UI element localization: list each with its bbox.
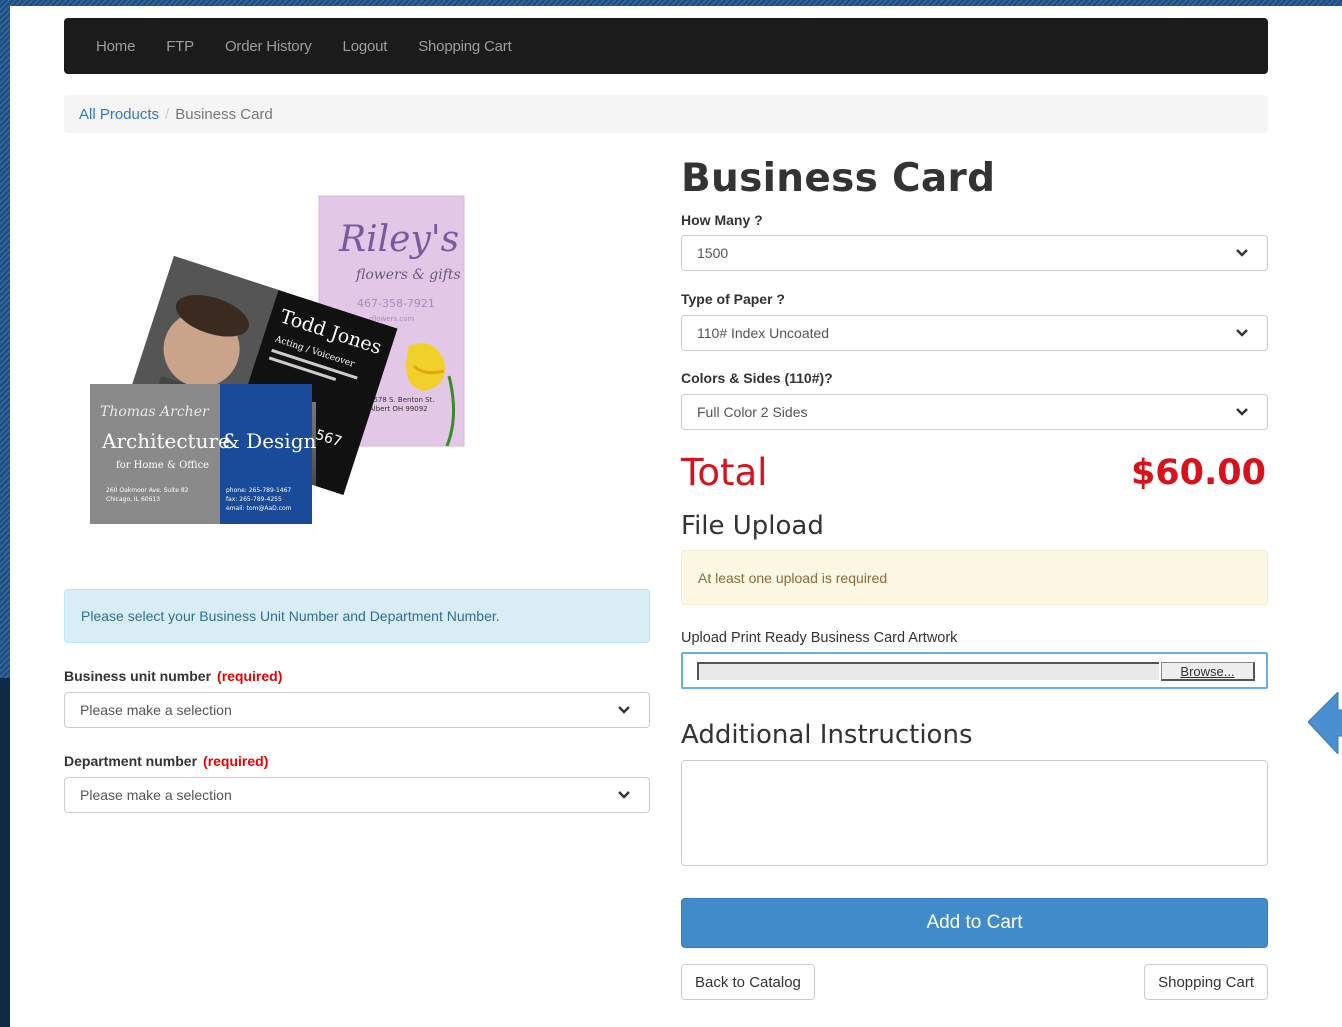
thomas-address: 260 Oakmoor Ave. Suite 82: [106, 487, 189, 494]
rileys-tagline: flowers & gifts: [355, 267, 461, 283]
product-image: Riley's flowers & gifts 467-358-7921 rfl…: [90, 195, 465, 552]
breadcrumb-separator: /: [165, 105, 170, 123]
business-unit-info-alert: Please select your Business Unit Number …: [64, 589, 650, 643]
background-strip: [0, 678, 10, 1027]
department-label: Department number (required): [64, 753, 268, 769]
upload-artwork-label: Upload Print Ready Business Card Artwork: [681, 630, 958, 646]
thomas-name-a: Architecture: [101, 429, 230, 453]
chevron-down-icon: [1236, 329, 1248, 337]
thomas-phone: phone: 265-789-1467: [226, 487, 291, 494]
colors-label: Colors & Sides (110#)?: [681, 370, 833, 386]
thomas-city: Chicago, IL 60613: [106, 496, 160, 503]
department-required: (required): [203, 753, 269, 769]
page: Home FTP Order History Logout Shopping C…: [10, 6, 1342, 1027]
paper-value: 110# Index Uncoated: [697, 325, 830, 341]
business-unit-label: Business unit number (required): [64, 668, 282, 684]
department-select[interactable]: Please make a selection: [64, 777, 650, 813]
quantity-select[interactable]: 1500: [681, 235, 1268, 271]
quantity-label: How Many ?: [681, 212, 763, 228]
thomas-script: Thomas Archer: [100, 404, 210, 420]
additional-instructions-textarea[interactable]: [681, 760, 1268, 866]
thomas-email: email: tom@AaD.com: [226, 505, 292, 512]
nav-logout[interactable]: Logout: [343, 38, 388, 55]
additional-instructions-heading: Additional Instructions: [681, 720, 973, 750]
rileys-address-1: 3578 S. Benton St.: [369, 396, 435, 404]
thomas-card: Thomas Archer Architecture & Design for …: [90, 384, 316, 552]
nav-home[interactable]: Home: [96, 38, 135, 55]
chevron-down-icon: [618, 706, 630, 714]
product-title: Business Card: [681, 156, 996, 201]
colors-select[interactable]: Full Color 2 Sides: [681, 394, 1268, 430]
department-value: Please make a selection: [80, 787, 232, 803]
chevron-down-icon: [1236, 249, 1248, 257]
rileys-address-2: Albert OH 99092: [369, 405, 428, 413]
rileys-phone: 467-358-7921: [357, 297, 435, 310]
chevron-down-icon: [1236, 408, 1248, 416]
nav-shopping-cart[interactable]: Shopping Cart: [418, 38, 511, 55]
shopping-cart-button[interactable]: Shopping Cart: [1144, 964, 1268, 1000]
quantity-value: 1500: [697, 245, 729, 261]
total-label: Total: [681, 451, 768, 494]
total-price: $60.00: [1130, 453, 1266, 493]
thomas-fax: fax: 265-789-4255: [226, 496, 282, 503]
thomas-name-b: & Design: [222, 429, 316, 453]
file-upload-heading: File Upload: [681, 511, 824, 541]
artwork-file-input[interactable]: Browse...: [681, 652, 1268, 689]
back-to-catalog-button[interactable]: Back to Catalog: [681, 964, 815, 1000]
browse-button[interactable]: Browse...: [1161, 662, 1255, 681]
add-to-cart-button[interactable]: Add to Cart: [681, 898, 1268, 948]
top-navbar: Home FTP Order History Logout Shopping C…: [64, 18, 1268, 74]
business-unit-value: Please make a selection: [80, 702, 232, 718]
pointer-arrow-icon: [1308, 692, 1342, 754]
upload-required-alert: At least one upload is required: [681, 550, 1268, 605]
paper-select[interactable]: 110# Index Uncoated: [681, 315, 1268, 351]
rileys-name: Riley's: [338, 219, 459, 260]
colors-value: Full Color 2 Sides: [697, 404, 808, 420]
business-unit-select[interactable]: Please make a selection: [64, 692, 650, 728]
thomas-sub: for Home & Office: [116, 460, 209, 471]
department-label-text: Department number: [64, 753, 198, 769]
breadcrumb: All Products / Business Card: [64, 95, 1268, 133]
nav-ftp[interactable]: FTP: [166, 38, 194, 55]
business-unit-required: (required): [217, 668, 283, 684]
file-path-field[interactable]: [697, 662, 1159, 680]
nav-order-history[interactable]: Order History: [225, 38, 312, 55]
paper-label: Type of Paper ?: [681, 291, 785, 307]
chevron-down-icon: [618, 791, 630, 799]
breadcrumb-all-products[interactable]: All Products: [79, 106, 159, 123]
breadcrumb-current: Business Card: [175, 105, 273, 123]
business-unit-label-text: Business unit number: [64, 668, 212, 684]
